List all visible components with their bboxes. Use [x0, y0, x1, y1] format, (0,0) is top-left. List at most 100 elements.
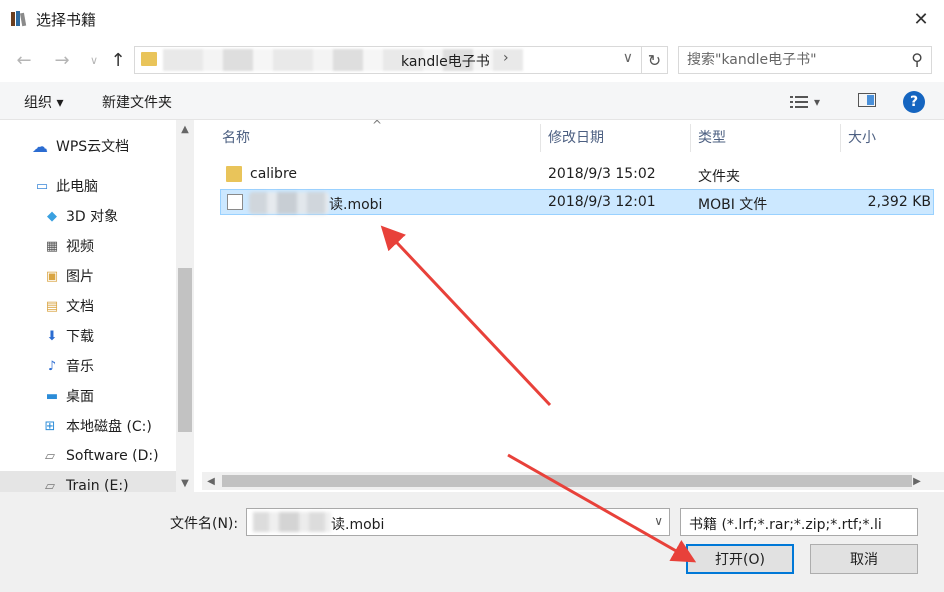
sidebar-item-desktop[interactable]: ▬ 桌面: [0, 381, 176, 411]
filename-field[interactable]: 读.mobi ∨: [246, 508, 670, 536]
column-header-date[interactable]: 修改日期: [548, 120, 604, 154]
sidebar-item-label: 下载: [66, 329, 94, 345]
cloud-icon: ☁: [32, 136, 48, 156]
column-header-size[interactable]: 大小: [848, 120, 876, 154]
help-button[interactable]: ?: [903, 91, 925, 113]
table-row[interactable]: 读.mobi 2018/9/3 12:01 MOBI 文件 2,392 KB: [220, 189, 934, 215]
sidebar-item-label: 视频: [66, 239, 94, 255]
search-icon[interactable]: ⚲: [911, 50, 923, 69]
sidebar-item-label: 3D 对象: [66, 209, 119, 225]
file-type: MOBI 文件: [698, 197, 768, 213]
scroll-left-icon[interactable]: ◀: [202, 472, 220, 490]
sidebar-item-pictures[interactable]: ▣ 图片: [0, 261, 176, 291]
forward-button[interactable]: →: [50, 48, 74, 72]
column-divider[interactable]: [840, 124, 841, 152]
computer-icon: ▭: [35, 178, 49, 194]
close-button[interactable]: ✕: [898, 0, 944, 38]
download-icon: ⬇: [46, 328, 58, 344]
blurred-filename: [253, 512, 331, 532]
chevron-right-icon[interactable]: ›: [503, 50, 509, 66]
file-icon: [227, 194, 243, 210]
file-type-select[interactable]: 书籍 (*.lrf;*.rar;*.zip;*.rtf;*.li: [680, 508, 918, 536]
sidebar-item-wps-cloud[interactable]: ☁ WPS云文档: [0, 131, 176, 161]
sidebar-item-label: 本地磁盘 (C:): [66, 419, 152, 435]
3d-objects-icon: ◆: [47, 208, 57, 224]
arrow-left-icon: ←: [16, 49, 32, 71]
dialog-footer: 文件名(N): 读.mobi ∨ 书籍 (*.lrf;*.rar;*.zip;*…: [0, 492, 944, 592]
sidebar-item-label: 图片: [66, 269, 94, 285]
column-divider[interactable]: [540, 124, 541, 152]
chevron-down-icon: ∨: [89, 53, 99, 67]
window-title: 选择书籍: [36, 11, 97, 29]
column-header-name[interactable]: 名称: [222, 120, 250, 154]
navigation-pane: ☁ WPS云文档 ▭ 此电脑 ◆ 3D 对象 ▦ 视频 ▣ 图片 ▤ 文档 ⬇ …: [0, 120, 176, 492]
scroll-down-icon[interactable]: ▼: [176, 474, 194, 492]
arrow-up-icon: ↑: [110, 49, 126, 71]
sidebar-item-label: 音乐: [66, 359, 94, 375]
chevron-down-icon[interactable]: ∨: [654, 514, 663, 528]
pictures-icon: ▣: [45, 268, 59, 284]
file-date: 2018/9/3 15:02: [548, 166, 656, 182]
breadcrumb-current[interactable]: kandle电子书: [401, 51, 490, 71]
scrollbar-thumb[interactable]: [222, 475, 912, 487]
new-folder-button[interactable]: 新建文件夹: [102, 92, 172, 112]
sidebar-item-documents[interactable]: ▤ 文档: [0, 291, 176, 321]
sidebar-item-this-pc[interactable]: ▭ 此电脑: [0, 171, 176, 201]
title-bar: 选择书籍 ✕: [0, 0, 944, 38]
address-bar[interactable]: kandle电子书 › ∨ ↻: [134, 46, 668, 74]
file-type: 文件夹: [698, 169, 740, 185]
view-dropdown-icon: ▾: [814, 95, 821, 109]
sidebar-item-3d-objects[interactable]: ◆ 3D 对象: [0, 201, 176, 231]
file-list: ^ 名称 修改日期 类型 大小 calibre 2018/9/3 15:02 文…: [202, 118, 944, 472]
folder-icon: [141, 52, 157, 66]
column-header-type[interactable]: 类型: [698, 120, 726, 154]
scroll-up-icon[interactable]: ▲: [176, 120, 194, 138]
desktop-icon: ▬: [45, 388, 59, 404]
books-icon: [11, 11, 27, 27]
sidebar-item-label: 此电脑: [56, 179, 98, 195]
windows-drive-icon: ⊞: [44, 418, 56, 434]
filename-label: 文件名(N):: [170, 516, 239, 532]
search-input[interactable]: [679, 47, 899, 73]
horizontal-scrollbar[interactable]: ◀ ▶: [202, 472, 944, 490]
documents-icon: ▤: [45, 298, 59, 314]
navigation-bar: ← → ∨ ↑ kandle电子书 › ∨ ↻ ⚲: [0, 38, 944, 82]
file-name: 读.mobi: [329, 197, 383, 213]
sidebar-item-drive-c[interactable]: ⊞ 本地磁盘 (C:): [0, 411, 176, 441]
back-button[interactable]: ←: [12, 48, 36, 72]
refresh-icon: ↻: [647, 50, 662, 70]
file-size: 2,392 KB: [867, 194, 931, 210]
file-type-value: 书籍 (*.lrf;*.rar;*.zip;*.rtf;*.li: [689, 517, 882, 533]
address-dropdown-icon[interactable]: ∨: [623, 50, 633, 66]
file-name: calibre: [250, 166, 298, 182]
scrollbar-thumb[interactable]: [178, 268, 192, 432]
scroll-right-icon[interactable]: ▶: [908, 472, 926, 490]
sidebar-item-drive-d[interactable]: ▱ Software (D:): [0, 441, 176, 471]
drive-icon: ▱: [45, 448, 55, 464]
recent-locations-button[interactable]: ∨: [82, 48, 106, 72]
file-date: 2018/9/3 12:01: [548, 194, 656, 210]
sidebar-item-label: 桌面: [66, 389, 94, 405]
cancel-button[interactable]: 取消: [810, 544, 918, 574]
view-list-icon: [790, 96, 808, 108]
table-row[interactable]: calibre 2018/9/3 15:02 文件夹: [220, 162, 934, 188]
sidebar-item-label: Train (E:): [66, 478, 129, 492]
search-box[interactable]: ⚲: [678, 46, 932, 74]
view-options-button[interactable]: ▾: [790, 92, 830, 112]
blurred-filename: [249, 192, 329, 214]
up-button[interactable]: ↑: [106, 48, 130, 72]
sidebar-item-video[interactable]: ▦ 视频: [0, 231, 176, 261]
organize-button[interactable]: 组织 ▾: [24, 92, 63, 112]
sort-ascending-icon: ^: [372, 118, 383, 132]
sidebar-scrollbar[interactable]: ▲ ▼: [176, 120, 194, 492]
sidebar-item-downloads[interactable]: ⬇ 下载: [0, 321, 176, 351]
video-icon: ▦: [45, 238, 59, 254]
preview-pane-icon[interactable]: [858, 93, 876, 107]
sidebar-item-music[interactable]: ♪ 音乐: [0, 351, 176, 381]
toolbar: 组织 ▾ 新建文件夹 ▾ ?: [0, 82, 944, 120]
refresh-button[interactable]: ↻: [641, 47, 667, 73]
sidebar-item-drive-e[interactable]: ▱ Train (E:): [0, 471, 176, 492]
open-button[interactable]: 打开(O): [686, 544, 794, 574]
drive-icon: ▱: [45, 478, 55, 493]
column-divider[interactable]: [690, 124, 691, 152]
